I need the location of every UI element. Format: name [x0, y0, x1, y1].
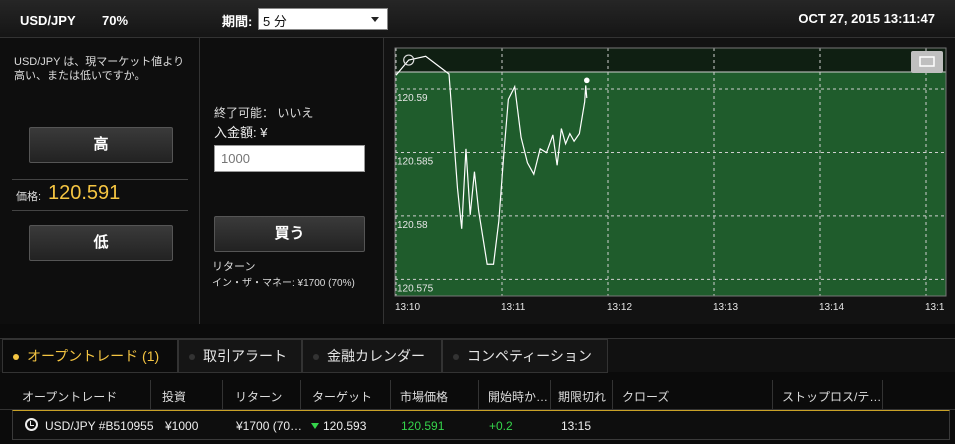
column-header[interactable]: ターゲット	[312, 388, 372, 405]
column-header[interactable]: 期限切れ	[558, 388, 606, 405]
table-row[interactable]: USD/JPY #B510955 ¥1000 ¥1700 (70… 120.59…	[12, 410, 950, 440]
tab-dot-icon	[13, 354, 19, 360]
period-value: 5 分	[263, 14, 287, 29]
high-button[interactable]: 高	[29, 127, 173, 163]
change-value: +0.2	[489, 419, 513, 433]
bottom-tabs: オープントレード (1) 取引アラート 金融カレンダー コンペティーション	[0, 338, 955, 373]
investment-value: ¥1000	[165, 419, 199, 433]
current-price-dot	[584, 77, 590, 84]
period-label: 期間:	[222, 14, 253, 29]
divider	[882, 380, 883, 410]
amount-input[interactable]	[214, 145, 365, 172]
deposit-label: 入金額: ¥	[214, 125, 268, 140]
question-text: USD/JPY は、現マーケット値より高い、または低いですか。	[14, 56, 185, 82]
payout-percent: 70%	[102, 13, 129, 28]
tab-competition[interactable]: コンペティーション	[442, 339, 608, 373]
y-tick-label: 120.59	[397, 93, 428, 104]
column-header[interactable]: リターン	[235, 388, 282, 405]
tab-open-trades[interactable]: オープントレード (1)	[2, 339, 178, 373]
tab-trade-alerts[interactable]: 取引アラート	[178, 339, 302, 373]
expiry-value: 13:15	[561, 419, 592, 433]
price-chart[interactable]: 120.59 120.585 120.58 120.575 13:10 13:11 13:1…	[384, 38, 955, 324]
in-the-money-text: イン・ザ・マネー: ¥1700 (70%)	[212, 278, 355, 289]
price-value: 120.591	[48, 182, 121, 204]
early-close-text: 終了可能： いいえ	[214, 106, 314, 120]
tab-financial-calendar[interactable]: 金融カレンダー	[302, 339, 442, 373]
column-header[interactable]: ストップロス/テ…	[782, 388, 881, 405]
column-header[interactable]: オープントレード	[22, 388, 117, 405]
direction-panel: USD/JPY は、現マーケット値より高い、または低いですか。 高 価格: 12…	[0, 38, 200, 324]
x-tick-label: 13:1	[925, 302, 945, 313]
period-select[interactable]: 5 分	[258, 8, 388, 30]
y-tick-label: 120.58	[397, 220, 428, 231]
top-bar: USD/JPY 70% 期間: 5 分 OCT 27, 2015 13:11:4…	[0, 0, 955, 38]
divider	[612, 380, 613, 410]
x-tick-label: 13:14	[819, 302, 844, 313]
x-tick-label: 13:10	[395, 302, 420, 313]
low-button[interactable]: 低	[29, 225, 173, 261]
tab-dot-icon	[313, 354, 319, 360]
divider	[478, 380, 479, 410]
clock-icon	[25, 418, 38, 431]
x-tick-label: 13:13	[713, 302, 738, 313]
column-header[interactable]: 投資	[162, 388, 186, 405]
chart-svg: 120.59 120.585 120.58 120.575 13:10 13:11 13:1…	[394, 47, 947, 313]
target-value: 120.593	[323, 419, 367, 433]
tab-label: 金融カレンダー	[327, 348, 425, 364]
trades-table-header: オープントレード 投資 リターン ターゲット 市場価格 開始時か… 期限切れ ク…	[0, 380, 955, 410]
trade-id: USD/JPY #B510955	[45, 419, 154, 433]
tab-label: 取引アラート	[203, 348, 287, 364]
divider	[12, 179, 188, 180]
buy-button[interactable]: 買う	[214, 216, 365, 252]
order-panel: 終了可能： いいえ 入金額: ¥ 買う リターン イン・ザ・マネー: ¥1700…	[200, 38, 384, 324]
down-arrow-icon	[311, 423, 319, 429]
current-datetime: OCT 27, 2015 13:11:47	[798, 11, 935, 26]
divider	[550, 380, 551, 410]
return-value: ¥1700 (70…	[236, 419, 303, 433]
price-label: 価格:	[16, 191, 42, 203]
x-tick-label: 13:12	[607, 302, 632, 313]
return-label: リターン	[212, 261, 256, 273]
divider	[772, 380, 773, 410]
divider	[390, 380, 391, 410]
tab-dot-icon	[189, 354, 195, 360]
y-tick-label: 120.575	[397, 283, 434, 294]
market-price-value: 120.591	[401, 419, 445, 433]
divider	[150, 380, 151, 410]
y-tick-label: 120.585	[397, 156, 434, 167]
tab-label: オープントレード (1)	[27, 348, 160, 364]
in-the-money-area	[395, 72, 946, 296]
divider	[300, 380, 301, 410]
chevron-down-icon	[371, 17, 379, 22]
column-header[interactable]: クローズ	[622, 388, 669, 405]
expand-icon	[911, 51, 943, 73]
column-header[interactable]: 開始時か…	[488, 388, 548, 405]
divider	[222, 380, 223, 410]
divider	[12, 210, 188, 211]
column-header[interactable]: 市場価格	[400, 388, 448, 405]
tab-dot-icon	[453, 354, 459, 360]
x-tick-label: 13:11	[501, 302, 526, 313]
asset-symbol: USD/JPY	[20, 13, 76, 28]
tab-label: コンペティーション	[467, 348, 592, 364]
